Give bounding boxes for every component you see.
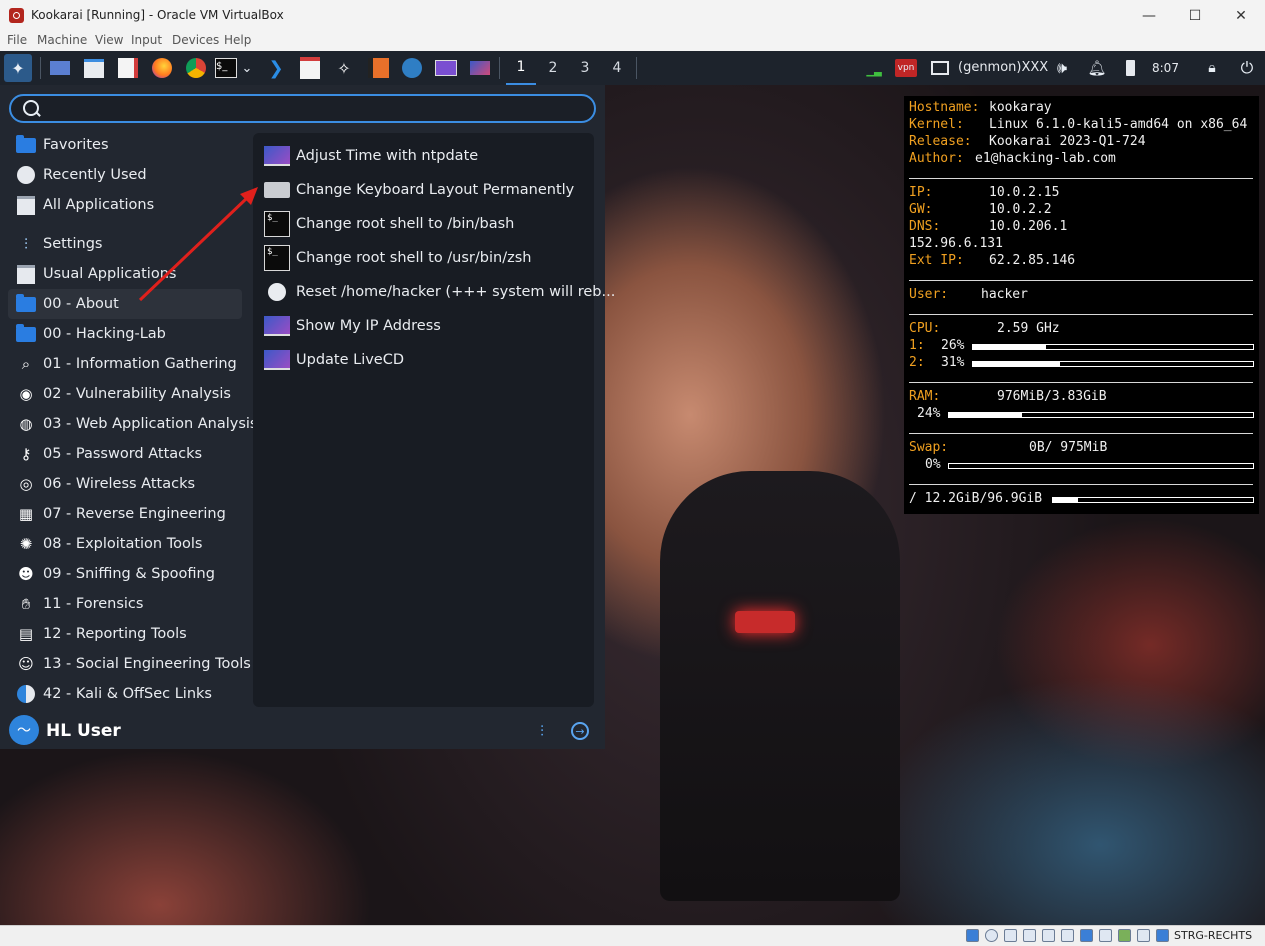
minimize-button[interactable]: — bbox=[1126, 0, 1172, 31]
menu-machine[interactable]: Machine bbox=[37, 33, 87, 47]
hard-disk-icon[interactable] bbox=[966, 929, 979, 942]
cpu-indicator-icon[interactable] bbox=[1118, 929, 1131, 942]
conky-divider bbox=[909, 280, 1253, 281]
conky-external-ip: 62.2.85.146 bbox=[989, 253, 1076, 268]
conky-ram: 976MiB/3.83GiB bbox=[997, 389, 1107, 404]
conky-release: Kookarai 2023-Q1-724 bbox=[989, 134, 1146, 149]
conky-user: hacker bbox=[981, 287, 1028, 302]
conky-key: 2: bbox=[909, 355, 925, 370]
conky-dns: 10.0.206.1 bbox=[989, 219, 1068, 234]
menu-devices[interactable]: Devices bbox=[172, 33, 219, 47]
conky-key: Release: bbox=[909, 134, 972, 149]
conky-divider bbox=[909, 484, 1253, 485]
bar-fill bbox=[949, 413, 1022, 417]
close-button[interactable]: ✕ bbox=[1218, 0, 1264, 31]
conky-hostname: kookaray bbox=[989, 100, 1052, 115]
keyboard-capture-icon[interactable] bbox=[1156, 929, 1169, 942]
conky-key: IP: bbox=[909, 185, 933, 200]
conky-disk-bar bbox=[1052, 497, 1254, 503]
conky-key: DNS: bbox=[909, 219, 941, 234]
conky-key: 1: bbox=[909, 338, 925, 353]
conky-cpu1-bar bbox=[972, 344, 1254, 350]
guest-screen: ✦ $_ ⌄ ❯ ✧ 1 2 3 4 ▁▃ vpn (genmon)XXX 🕪 … bbox=[0, 51, 1265, 925]
conky-key: Author: bbox=[909, 151, 964, 166]
conky-key: Swap: bbox=[909, 440, 949, 455]
window-title: Kookarai [Running] - Oracle VM VirtualBo… bbox=[31, 8, 284, 22]
conky-divider bbox=[909, 433, 1253, 434]
conky-key: GW: bbox=[909, 202, 933, 217]
maximize-button[interactable]: ☐ bbox=[1172, 0, 1218, 31]
audio-icon[interactable] bbox=[1004, 929, 1017, 942]
conky-key: Ext IP: bbox=[909, 253, 964, 268]
menu-view[interactable]: View bbox=[95, 33, 123, 47]
conky-author: e1@hacking-lab.com bbox=[975, 151, 1116, 166]
conky-divider bbox=[909, 178, 1253, 179]
conky-monitor: Hostname: kookaray Kernel: Linux 6.1.0-kal… bbox=[904, 96, 1259, 514]
conky-swap: 0B/ 975MiB bbox=[1029, 440, 1108, 455]
mouse-integration-icon[interactable] bbox=[1137, 929, 1150, 942]
menu-help[interactable]: Help bbox=[224, 33, 251, 47]
host-key-label: STRG-RECHTS bbox=[1174, 929, 1253, 942]
optical-drive-icon[interactable] bbox=[985, 929, 998, 942]
menubar: File Machine View Input Devices Help bbox=[0, 31, 1265, 51]
network-icon[interactable] bbox=[1023, 929, 1036, 942]
bar-fill bbox=[973, 362, 1060, 366]
conky-key: RAM: bbox=[909, 389, 941, 404]
conky-key: Kernel: bbox=[909, 117, 964, 132]
conky-key: CPU: bbox=[909, 321, 941, 336]
conky-cpu2-percent: 31% bbox=[941, 355, 965, 370]
conky-ip: 10.0.2.15 bbox=[989, 185, 1060, 200]
conky-divider bbox=[909, 314, 1253, 315]
virtualbox-icon bbox=[9, 8, 24, 23]
conky-cpu-frequency: 2.59 GHz bbox=[997, 321, 1060, 336]
bar-fill bbox=[1053, 498, 1079, 502]
vm-statusbar: STRG-RECHTS bbox=[0, 925, 1265, 946]
usb-icon[interactable] bbox=[1042, 929, 1055, 942]
conky-cpu1-percent: 26% bbox=[941, 338, 965, 353]
conky-disk: / 12.2GiB/96.9GiB bbox=[909, 491, 1043, 506]
conky-key: Hostname: bbox=[909, 100, 980, 115]
recording-icon[interactable] bbox=[1099, 929, 1112, 942]
conky-ram-bar bbox=[948, 412, 1254, 418]
display-icon[interactable] bbox=[1080, 929, 1093, 942]
conky-dns-secondary: 152.96.6.131 bbox=[909, 236, 1003, 251]
conky-swap-bar bbox=[948, 463, 1254, 469]
conky-gateway: 10.0.2.2 bbox=[989, 202, 1052, 217]
window-titlebar: Kookarai [Running] - Oracle VM VirtualBo… bbox=[0, 0, 1265, 31]
conky-swap-percent: 0% bbox=[925, 457, 941, 472]
bar-fill bbox=[973, 345, 1046, 349]
conky-key: User: bbox=[909, 287, 949, 302]
shared-folders-icon[interactable] bbox=[1061, 929, 1074, 942]
conky-cpu2-bar bbox=[972, 361, 1254, 367]
conky-divider bbox=[909, 382, 1253, 383]
annotation-arrow-line bbox=[138, 196, 249, 302]
menu-file[interactable]: File bbox=[7, 33, 27, 47]
menu-input[interactable]: Input bbox=[131, 33, 162, 47]
conky-kernel: Linux 6.1.0-kali5-amd64 on x86_64 bbox=[989, 117, 1248, 132]
conky-ram-percent: 24% bbox=[917, 406, 941, 421]
